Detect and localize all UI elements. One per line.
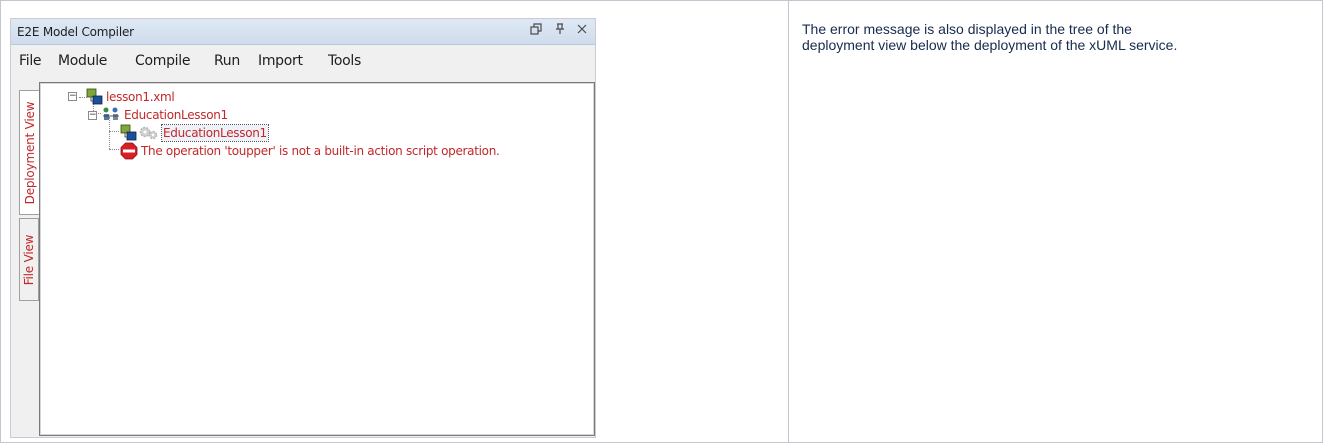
menu-import[interactable]: Import [258,53,303,69]
tab-file-label: File View [22,234,36,285]
description-text: The error message is also displayed in t… [802,21,1178,53]
deployment-icon [120,124,137,141]
window-title: E2E Model Compiler [17,25,134,39]
service-icon [103,107,119,120]
deployment-tree[interactable]: − lesson1.xml − EducationLesson1 Educati… [39,82,595,436]
tree-deployment-label: EducationLesson1 [161,124,269,142]
model-compiler-window: E2E Model Compiler File Module Compile R… [10,18,596,438]
pin-icon [556,23,564,34]
tree-item-root[interactable]: − lesson1.xml [40,88,580,105]
title-bar: E2E Model Compiler [11,19,595,45]
description-cell: The error message is also displayed in t… [789,1,1322,442]
restore-icon [530,23,542,35]
tree-error-label: The operation 'toupper' is not a built-i… [141,144,500,158]
menu-tools[interactable]: Tools [328,53,361,69]
restore-button[interactable] [527,23,545,41]
menu-compile[interactable]: Compile [135,53,190,69]
close-icon [577,24,587,34]
menu-module[interactable]: Module [58,53,107,69]
gear-icon [139,126,158,140]
tree-item-service[interactable]: − EducationLesson1 [40,107,580,123]
tree-item-error[interactable]: The operation 'toupper' is not a built-i… [40,142,580,160]
pin-button[interactable] [551,23,569,41]
tree-item-deployment[interactable]: EducationLesson1 [40,124,580,142]
tab-deployment-view[interactable]: Deployment View [19,90,39,215]
doc-table: E2E Model Compiler File Module Compile R… [0,0,1323,443]
collapse-icon[interactable]: − [68,92,77,101]
close-button[interactable] [573,23,591,41]
xml-file-icon [86,88,103,105]
side-tabs: Deployment View File View [19,82,39,432]
menu-run[interactable]: Run [214,53,240,69]
menu-file[interactable]: File [19,53,42,69]
tab-file-view[interactable]: File View [19,218,39,301]
tab-deployment-label: Deployment View [22,101,37,204]
menu-bar: File Module Compile Run Import Tools [11,47,595,75]
screenshot-cell: E2E Model Compiler File Module Compile R… [1,1,789,442]
stop-error-icon [120,142,138,160]
tree-root-label: lesson1.xml [106,90,175,104]
collapse-icon[interactable]: − [88,111,97,120]
tree-service-label: EducationLesson1 [124,108,228,122]
